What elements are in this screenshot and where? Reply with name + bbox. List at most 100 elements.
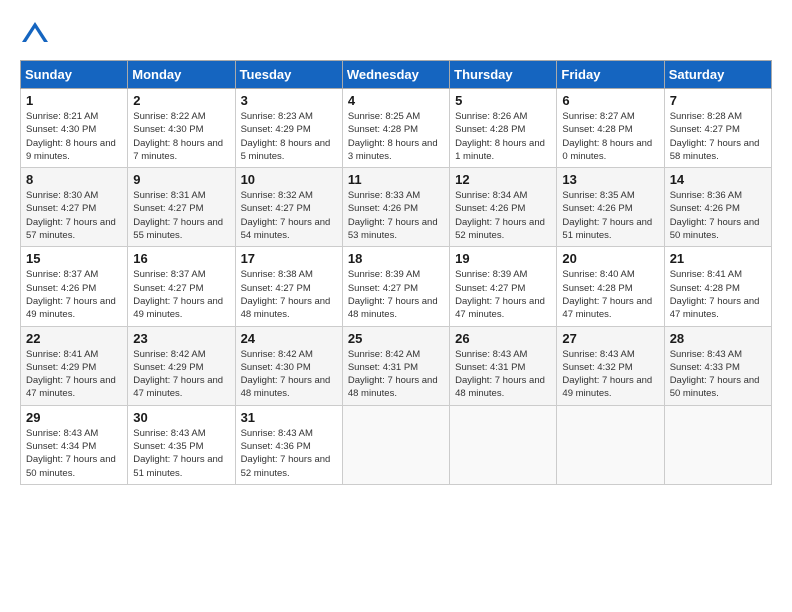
- day-cell-8: 8 Sunrise: 8:30 AMSunset: 4:27 PMDaylight…: [21, 168, 128, 247]
- day-info: Sunrise: 8:39 AMSunset: 4:27 PMDaylight:…: [455, 268, 551, 321]
- empty-cell: [557, 405, 664, 484]
- day-number: 11: [348, 172, 444, 187]
- day-number: 26: [455, 331, 551, 346]
- day-cell-6: 6Sunrise: 8:27 AMSunset: 4:28 PMDaylight…: [557, 89, 664, 168]
- day-header-saturday: Saturday: [664, 61, 771, 89]
- day-cell-1: 1Sunrise: 8:21 AMSunset: 4:30 PMDaylight…: [21, 89, 128, 168]
- page-header: [20, 16, 772, 50]
- day-info: Sunrise: 8:43 AMSunset: 4:31 PMDaylight:…: [455, 348, 551, 401]
- day-number: 6: [562, 93, 658, 108]
- day-info: Sunrise: 8:39 AMSunset: 4:27 PMDaylight:…: [348, 268, 444, 321]
- day-info: Sunrise: 8:34 AMSunset: 4:26 PMDaylight:…: [455, 189, 551, 242]
- day-cell-31: 31 Sunrise: 8:43 AMSunset: 4:36 PMDayligh…: [235, 405, 342, 484]
- day-cell-28: 28 Sunrise: 8:43 AMSunset: 4:33 PMDayligh…: [664, 326, 771, 405]
- day-info: Sunrise: 8:42 AMSunset: 4:31 PMDaylight:…: [348, 348, 444, 401]
- day-header-sunday: Sunday: [21, 61, 128, 89]
- day-number: 16: [133, 251, 229, 266]
- day-info: Sunrise: 8:28 AMSunset: 4:27 PMDaylight:…: [670, 110, 766, 163]
- day-number: 31: [241, 410, 337, 425]
- day-cell-14: 14 Sunrise: 8:36 AMSunset: 4:26 PMDayligh…: [664, 168, 771, 247]
- day-number: 12: [455, 172, 551, 187]
- day-number: 18: [348, 251, 444, 266]
- day-info: Sunrise: 8:41 AMSunset: 4:29 PMDaylight:…: [26, 348, 122, 401]
- day-info: Sunrise: 8:36 AMSunset: 4:26 PMDaylight:…: [670, 189, 766, 242]
- day-number: 23: [133, 331, 229, 346]
- day-number: 4: [348, 93, 444, 108]
- day-cell-24: 24 Sunrise: 8:42 AMSunset: 4:30 PMDayligh…: [235, 326, 342, 405]
- day-info: Sunrise: 8:43 AMSunset: 4:33 PMDaylight:…: [670, 348, 766, 401]
- day-info: Sunrise: 8:35 AMSunset: 4:26 PMDaylight:…: [562, 189, 658, 242]
- day-cell-19: 19 Sunrise: 8:39 AMSunset: 4:27 PMDayligh…: [450, 247, 557, 326]
- day-info: Sunrise: 8:31 AMSunset: 4:27 PMDaylight:…: [133, 189, 229, 242]
- empty-cell: [450, 405, 557, 484]
- day-info: Sunrise: 8:43 AMSunset: 4:35 PMDaylight:…: [133, 427, 229, 480]
- calendar-header-row: SundayMondayTuesdayWednesdayThursdayFrid…: [21, 61, 772, 89]
- day-number: 10: [241, 172, 337, 187]
- day-cell-26: 26 Sunrise: 8:43 AMSunset: 4:31 PMDayligh…: [450, 326, 557, 405]
- day-cell-20: 20 Sunrise: 8:40 AMSunset: 4:28 PMDayligh…: [557, 247, 664, 326]
- day-info: Sunrise: 8:25 AMSunset: 4:28 PMDaylight:…: [348, 110, 444, 163]
- day-number: 13: [562, 172, 658, 187]
- day-header-tuesday: Tuesday: [235, 61, 342, 89]
- day-info: Sunrise: 8:32 AMSunset: 4:27 PMDaylight:…: [241, 189, 337, 242]
- day-number: 29: [26, 410, 122, 425]
- day-info: Sunrise: 8:42 AMSunset: 4:30 PMDaylight:…: [241, 348, 337, 401]
- day-cell-5: 5 Sunrise: 8:26 AMSunset: 4:28 PMDaylight…: [450, 89, 557, 168]
- day-number: 8: [26, 172, 122, 187]
- day-number: 3: [241, 93, 337, 108]
- day-cell-4: 4 Sunrise: 8:25 AMSunset: 4:28 PMDaylight…: [342, 89, 449, 168]
- day-header-wednesday: Wednesday: [342, 61, 449, 89]
- day-info: Sunrise: 8:40 AMSunset: 4:28 PMDaylight:…: [562, 268, 658, 321]
- day-info: Sunrise: 8:37 AMSunset: 4:26 PMDaylight:…: [26, 268, 122, 321]
- day-cell-10: 10 Sunrise: 8:32 AMSunset: 4:27 PMDayligh…: [235, 168, 342, 247]
- day-cell-13: 13 Sunrise: 8:35 AMSunset: 4:26 PMDayligh…: [557, 168, 664, 247]
- day-cell-30: 30 Sunrise: 8:43 AMSunset: 4:35 PMDayligh…: [128, 405, 235, 484]
- day-info: Sunrise: 8:43 AMSunset: 4:32 PMDaylight:…: [562, 348, 658, 401]
- day-cell-17: 17Sunrise: 8:38 AMSunset: 4:27 PMDayligh…: [235, 247, 342, 326]
- day-number: 5: [455, 93, 551, 108]
- week-row-2: 8 Sunrise: 8:30 AMSunset: 4:27 PMDaylight…: [21, 168, 772, 247]
- day-info: Sunrise: 8:26 AMSunset: 4:28 PMDaylight:…: [455, 110, 551, 163]
- day-number: 14: [670, 172, 766, 187]
- day-info: Sunrise: 8:37 AMSunset: 4:27 PMDaylight:…: [133, 268, 229, 321]
- week-row-1: 1Sunrise: 8:21 AMSunset: 4:30 PMDaylight…: [21, 89, 772, 168]
- day-cell-11: 11 Sunrise: 8:33 AMSunset: 4:26 PMDayligh…: [342, 168, 449, 247]
- calendar-table: SundayMondayTuesdayWednesdayThursdayFrid…: [20, 60, 772, 485]
- logo: [20, 20, 56, 50]
- day-cell-29: 29 Sunrise: 8:43 AMSunset: 4:34 PMDayligh…: [21, 405, 128, 484]
- day-info: Sunrise: 8:30 AMSunset: 4:27 PMDaylight:…: [26, 189, 122, 242]
- day-cell-12: 12 Sunrise: 8:34 AMSunset: 4:26 PMDayligh…: [450, 168, 557, 247]
- day-number: 7: [670, 93, 766, 108]
- week-row-4: 22 Sunrise: 8:41 AMSunset: 4:29 PMDayligh…: [21, 326, 772, 405]
- logo-icon: [20, 20, 50, 50]
- day-cell-27: 27Sunrise: 8:43 AMSunset: 4:32 PMDayligh…: [557, 326, 664, 405]
- day-cell-22: 22 Sunrise: 8:41 AMSunset: 4:29 PMDayligh…: [21, 326, 128, 405]
- week-row-3: 15 Sunrise: 8:37 AMSunset: 4:26 PMDayligh…: [21, 247, 772, 326]
- day-number: 17: [241, 251, 337, 266]
- day-header-friday: Friday: [557, 61, 664, 89]
- day-cell-25: 25 Sunrise: 8:42 AMSunset: 4:31 PMDayligh…: [342, 326, 449, 405]
- day-cell-15: 15 Sunrise: 8:37 AMSunset: 4:26 PMDayligh…: [21, 247, 128, 326]
- day-header-monday: Monday: [128, 61, 235, 89]
- day-number: 30: [133, 410, 229, 425]
- day-header-thursday: Thursday: [450, 61, 557, 89]
- day-info: Sunrise: 8:33 AMSunset: 4:26 PMDaylight:…: [348, 189, 444, 242]
- day-number: 19: [455, 251, 551, 266]
- day-number: 25: [348, 331, 444, 346]
- day-cell-21: 21Sunrise: 8:41 AMSunset: 4:28 PMDayligh…: [664, 247, 771, 326]
- day-info: Sunrise: 8:41 AMSunset: 4:28 PMDaylight:…: [670, 268, 766, 321]
- day-info: Sunrise: 8:42 AMSunset: 4:29 PMDaylight:…: [133, 348, 229, 401]
- empty-cell: [342, 405, 449, 484]
- day-info: Sunrise: 8:21 AMSunset: 4:30 PMDaylight:…: [26, 110, 122, 163]
- empty-cell: [664, 405, 771, 484]
- day-info: Sunrise: 8:43 AMSunset: 4:36 PMDaylight:…: [241, 427, 337, 480]
- day-info: Sunrise: 8:22 AMSunset: 4:30 PMDaylight:…: [133, 110, 229, 163]
- day-number: 22: [26, 331, 122, 346]
- day-number: 20: [562, 251, 658, 266]
- day-number: 28: [670, 331, 766, 346]
- day-number: 15: [26, 251, 122, 266]
- day-number: 24: [241, 331, 337, 346]
- day-cell-9: 9Sunrise: 8:31 AMSunset: 4:27 PMDaylight…: [128, 168, 235, 247]
- day-number: 2: [133, 93, 229, 108]
- day-info: Sunrise: 8:43 AMSunset: 4:34 PMDaylight:…: [26, 427, 122, 480]
